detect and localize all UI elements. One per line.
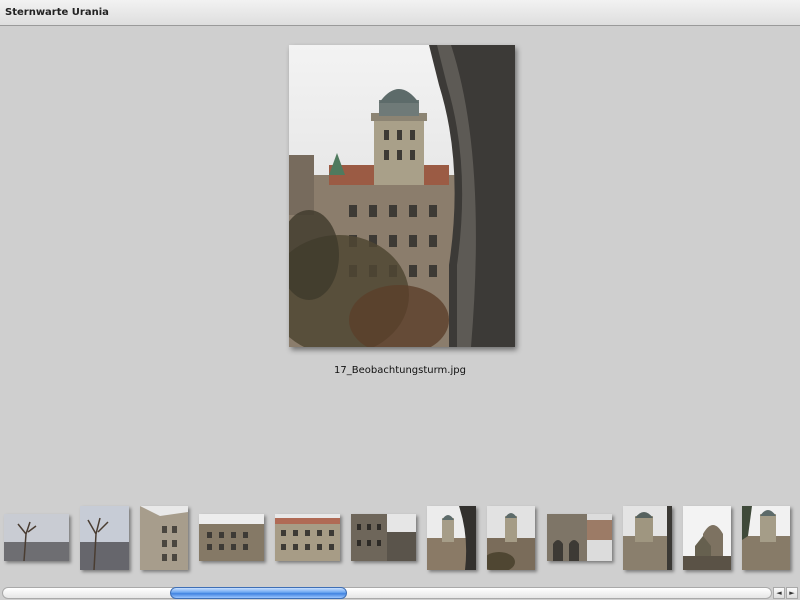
tower-sky-icon bbox=[683, 506, 731, 570]
observatory-tower-icon bbox=[487, 506, 535, 570]
thumbnail-strip bbox=[0, 500, 800, 576]
thumbnail-11[interactable] bbox=[683, 506, 731, 570]
scrollbar-handle[interactable] bbox=[170, 587, 347, 599]
thumbnail-6[interactable] bbox=[351, 514, 416, 561]
thumbnail-4[interactable] bbox=[199, 514, 264, 561]
thumbnail-12[interactable] bbox=[742, 506, 790, 570]
arrow-left-icon[interactable]: ◄ bbox=[773, 587, 785, 599]
observatory-tower-photo-icon bbox=[289, 45, 515, 347]
building-wide-2-icon bbox=[275, 514, 340, 561]
city-view-tree-icon bbox=[4, 514, 69, 561]
building-wide-icon bbox=[199, 514, 264, 561]
city-view-tree-2-icon bbox=[80, 506, 129, 570]
scrollbar-track[interactable] bbox=[2, 587, 772, 599]
thumbnail-9[interactable] bbox=[547, 514, 612, 561]
observatory-dome-icon bbox=[623, 506, 672, 570]
building-facade-icon bbox=[140, 506, 188, 570]
thumbnail-3[interactable] bbox=[140, 506, 188, 570]
street-arcade-icon bbox=[547, 514, 612, 561]
thumbnail-10[interactable] bbox=[623, 506, 672, 570]
main-photo bbox=[289, 45, 515, 347]
arrow-right-icon[interactable]: ► bbox=[786, 587, 798, 599]
photo-caption: 17_Beobachtungsturm.jpg bbox=[334, 365, 466, 376]
observatory-arch-icon bbox=[427, 506, 476, 570]
thumbnail-1[interactable] bbox=[4, 514, 69, 561]
building-street-icon bbox=[351, 514, 416, 561]
title-bar: Sternwarte Urania bbox=[0, 0, 800, 26]
thumbnail-scrollbar[interactable]: ◄ ► bbox=[0, 586, 800, 600]
thumbnail-8[interactable] bbox=[487, 506, 535, 570]
tower-sky-2-icon bbox=[742, 506, 790, 570]
thumbnail-5[interactable] bbox=[275, 514, 340, 561]
window-title: Sternwarte Urania bbox=[5, 7, 109, 18]
thumbnail-2[interactable] bbox=[80, 506, 129, 570]
thumbnail-7[interactable] bbox=[427, 506, 476, 570]
